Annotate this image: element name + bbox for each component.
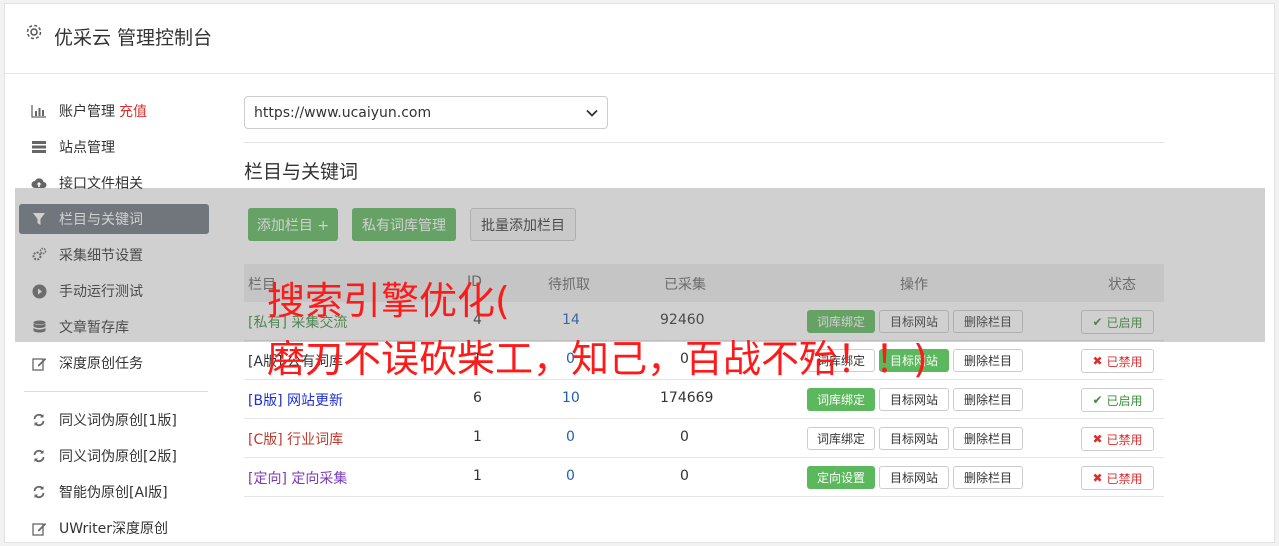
watermark-text-line2: 磨刀不误砍柴工，知己，百战不殆！！) <box>267 337 928 381</box>
refresh-icon <box>31 448 47 464</box>
watermark-overlay <box>15 188 1265 342</box>
sidebar-item-label: UWriter深度原创 <box>59 521 168 537</box>
divider <box>244 142 1164 143</box>
pending-count[interactable]: 10 <box>562 390 580 406</box>
column-id: 1 <box>473 429 482 445</box>
status-label: 已禁用 <box>1106 354 1143 369</box>
directional-settings-button[interactable]: 定向设置 <box>807 466 875 489</box>
sidebar-item-label: 同义词伪原创[1版] <box>59 413 177 429</box>
sidebar-item-ai-pseudo[interactable]: 智能伪原创[AI版] <box>19 474 209 510</box>
sidebar-item-label: 站点管理 <box>59 140 115 156</box>
server-icon <box>31 139 47 155</box>
collected-count: 174669 <box>660 390 714 406</box>
sidebar-item-synonym-v1[interactable]: 同义词伪原创[1版] <box>19 402 209 438</box>
close-icon: ✖ <box>1092 432 1103 446</box>
table-row: [定向] 定向采集 1 0 0 定向设置 目标网站 删除栏目 ✖ 已禁用 <box>244 458 1164 497</box>
status-toggle[interactable]: ✖ 已禁用 <box>1081 427 1154 451</box>
status-toggle[interactable]: ✔ 已启用 <box>1081 388 1154 412</box>
status-toggle[interactable]: ✖ 已禁用 <box>1081 466 1154 490</box>
sidebar-item-label: 智能伪原创[AI版] <box>59 485 168 501</box>
delete-column-button[interactable]: 删除栏目 <box>953 466 1023 489</box>
top-bar: 优采云 管理控制台 <box>5 4 1276 74</box>
recharge-link[interactable]: 充值 <box>119 101 147 121</box>
delete-column-button[interactable]: 删除栏目 <box>953 349 1023 372</box>
target-site-button[interactable]: 目标网站 <box>879 466 949 489</box>
check-icon: ✔ <box>1092 393 1103 407</box>
status-label: 已禁用 <box>1106 432 1143 447</box>
bar-chart-icon <box>31 103 47 119</box>
column-id: 6 <box>473 390 482 406</box>
status-label: 已禁用 <box>1106 471 1143 486</box>
column-name-link[interactable]: [C版] 行业词库 <box>248 429 343 449</box>
sidebar-item-label: 深度原创任务 <box>59 356 143 372</box>
sidebar-item-account[interactable]: 账户管理 充值 <box>19 93 209 129</box>
column-id: 1 <box>473 468 482 484</box>
site-select-value: https://www.ucaiyun.com <box>254 104 432 121</box>
sidebar-divider <box>24 391 208 392</box>
lexicon-bind-button[interactable]: 词库绑定 <box>807 388 875 411</box>
watermark-text-line1: 搜索引擎优化( <box>267 279 510 323</box>
column-name-link[interactable]: [B版] 网站更新 <box>248 390 343 410</box>
refresh-icon <box>31 484 47 500</box>
edit-icon <box>31 520 47 536</box>
column-name-link[interactable]: [定向] 定向采集 <box>248 468 347 488</box>
target-site-button[interactable]: 目标网站 <box>879 427 949 450</box>
sidebar-item-label: 账户管理 <box>59 104 115 120</box>
pending-count[interactable]: 0 <box>566 429 575 445</box>
status-label: 已启用 <box>1106 393 1143 408</box>
collected-count: 0 <box>680 468 689 484</box>
section-title: 栏目与关键词 <box>244 161 359 183</box>
table-row: [B版] 网站更新 6 10 174669 词库绑定 目标网站 删除栏目 ✔ 已… <box>244 380 1164 419</box>
collected-count: 0 <box>680 429 689 445</box>
sidebar-item-sites[interactable]: 站点管理 <box>19 129 209 165</box>
sidebar-item-uwriter[interactable]: UWriter深度原创 <box>19 510 209 546</box>
delete-column-button[interactable]: 删除栏目 <box>953 427 1023 450</box>
lexicon-bind-button[interactable]: 词库绑定 <box>807 427 875 450</box>
sidebar-item-synonym-v2[interactable]: 同义词伪原创[2版] <box>19 438 209 474</box>
delete-column-button[interactable]: 删除栏目 <box>953 388 1023 411</box>
target-site-button[interactable]: 目标网站 <box>879 388 949 411</box>
chevron-down-icon <box>586 105 598 121</box>
close-icon: ✖ <box>1092 471 1103 485</box>
site-select[interactable]: https://www.ucaiyun.com <box>244 96 608 129</box>
refresh-icon <box>31 412 47 428</box>
pending-count[interactable]: 0 <box>566 468 575 484</box>
table-row: [C版] 行业词库 1 0 0 词库绑定 目标网站 删除栏目 ✖ 已禁用 <box>244 419 1164 458</box>
gear-icon <box>25 23 43 41</box>
app-title: 优采云 管理控制台 <box>54 27 213 49</box>
edit-icon <box>31 355 47 371</box>
sidebar-item-label: 同义词伪原创[2版] <box>59 449 177 465</box>
status-toggle[interactable]: ✖ 已禁用 <box>1081 349 1154 373</box>
sidebar-item-deep-original[interactable]: 深度原创任务 <box>19 345 209 381</box>
close-icon: ✖ <box>1092 354 1103 368</box>
